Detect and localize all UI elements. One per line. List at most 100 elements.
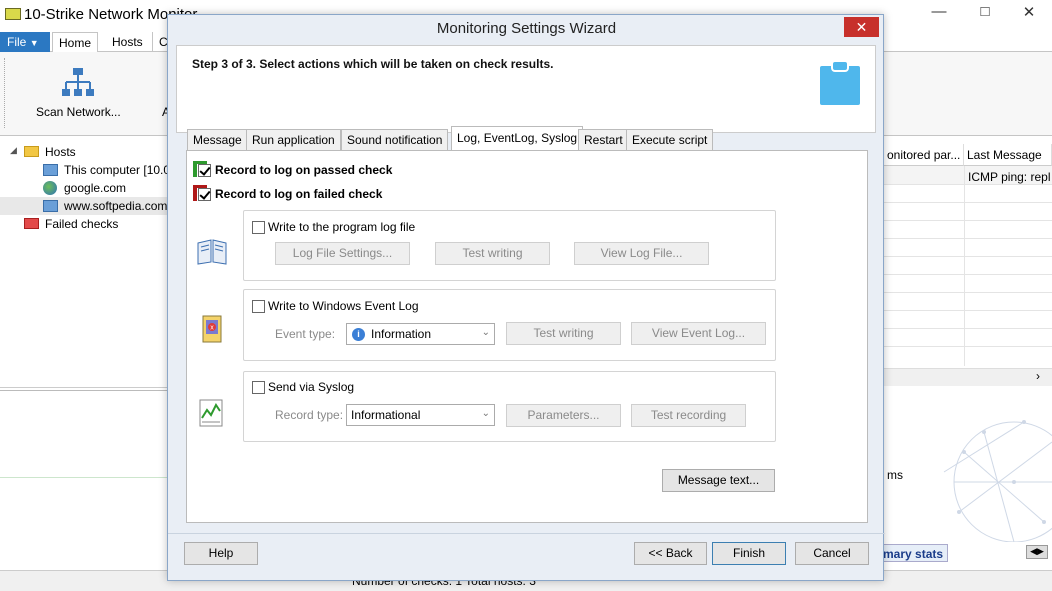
event-log-label[interactable]: Write to Windows Event Log [268,299,419,313]
wizard-header: Step 3 of 3. Select actions which will b… [176,45,876,133]
log-book-icon [197,239,227,265]
tab-message[interactable]: Message [187,129,248,150]
minimize-icon[interactable]: — [916,3,962,20]
tab-scroll-icon[interactable]: ◀▶ [1026,545,1048,559]
network-graphic-icon [943,420,1052,542]
tree-label: Hosts [45,145,76,159]
tab-panel: Record to log on passed check Record to … [186,150,868,523]
tab-summary-stats[interactable]: mary stats [882,544,948,562]
row-line [884,220,1052,221]
tree-label: Failed checks [45,217,119,231]
column-header-last-message[interactable]: Last Message [964,144,1052,166]
column-header-monitored[interactable]: onitored par... [884,144,964,166]
tree-item-host[interactable]: This computer [10.0 [0,161,170,179]
event-log-icon: x [202,315,222,343]
row-line [884,292,1052,293]
tree-item-host[interactable]: www.softpedia.com [0,197,170,215]
app-logo-icon [5,8,21,20]
dialog-title: Monitoring Settings Wizard [436,20,617,37]
horizontal-scrollbar[interactable] [884,368,1052,386]
program-log-checkbox[interactable] [252,221,265,234]
syslog-label[interactable]: Send via Syslog [268,380,354,394]
folder-icon [24,146,39,157]
view-event-log-button[interactable]: View Event Log... [631,322,766,345]
ribbon-grip [4,58,7,128]
tab-hosts[interactable]: Hosts [106,32,149,53]
record-passed-checkbox[interactable] [198,164,211,177]
syslog-chart-icon [199,399,223,427]
ms-label: ms [887,468,903,482]
syslog-checkbox[interactable] [252,381,265,394]
dialog-close-button[interactable]: ✕ [844,17,879,37]
tree-item-failed[interactable]: Failed checks [0,215,170,233]
syslog-group: Send via Syslog Record type: Information… [243,371,776,442]
program-log-label[interactable]: Write to the program log file [268,220,415,234]
row-line [884,238,1052,239]
failed-folder-icon [24,218,39,229]
clipboard-icon [820,60,860,105]
row-line [884,202,1052,203]
event-type-value: Information [371,327,432,341]
step-text: Step 3 of 3. Select actions which will b… [192,57,554,71]
tab-log-eventlog-syslog[interactable]: Log, EventLog, Syslog [451,126,584,151]
scroll-right-icon[interactable]: › [1036,369,1040,383]
row-line [884,346,1052,347]
tab-execute-script[interactable]: Execute script [626,129,714,150]
program-log-group: Write to the program log file Log File S… [243,210,776,281]
details-panel [0,390,170,562]
tree-collapse-icon[interactable]: ◢ [10,145,17,156]
event-type-label: Event type: [275,327,336,341]
row-line [884,328,1052,329]
summary-panel [884,392,1052,542]
tree-label: google.com [64,181,127,195]
event-type-select[interactable]: i Information ⌄ [346,323,495,345]
computer-icon [43,164,58,176]
cancel-button[interactable]: Cancel [795,542,869,565]
syslog-parameters-button[interactable]: Parameters... [506,404,621,427]
tab-home[interactable]: Home [52,32,99,54]
test-writing-event-button[interactable]: Test writing [506,322,621,345]
record-type-select[interactable]: Informational ⌄ [346,404,495,426]
back-button[interactable]: << Back [634,542,707,565]
event-log-group: Write to Windows Event Log Event type: i… [243,289,776,361]
tab-sound-notification[interactable]: Sound notification [341,129,449,150]
network-topology-icon[interactable] [60,66,96,100]
tab-restart[interactable]: Restart [578,129,629,150]
tree-item-hosts[interactable]: ◢ Hosts [0,143,170,161]
row-line [884,256,1052,257]
computer-icon [43,200,58,212]
message-text-button[interactable]: Message text... [662,469,775,492]
tree-label: This computer [10.0 [64,163,171,177]
close-icon[interactable]: ✕ [1006,3,1052,21]
log-file-settings-button[interactable]: Log File Settings... [275,242,410,265]
record-failed-label[interactable]: Record to log on failed check [215,187,382,201]
record-type-value: Informational [351,408,421,422]
chevron-down-icon: ⌄ [481,408,490,419]
row-line [884,274,1052,275]
chevron-down-icon: ⌄ [481,327,490,338]
help-button[interactable]: Help [184,542,258,565]
hosts-tree-panel: ◢ Hosts This computer [10.0 google.com w… [0,140,170,388]
row-line [884,184,1052,185]
divider [0,477,170,478]
test-writing-button[interactable]: Test writing [435,242,550,265]
tree-item-host[interactable]: google.com [0,179,170,197]
scan-network-button[interactable]: Scan Network... [36,105,121,119]
row-line [884,310,1052,311]
tab-file-label: File [7,35,27,49]
last-message-cell: ICMP ping: repl [968,170,1051,184]
test-recording-button[interactable]: Test recording [631,404,746,427]
tab-file[interactable]: File ▼ [0,32,50,52]
finish-button[interactable]: Finish [712,542,786,565]
footer-divider [168,533,885,534]
globe-icon [43,181,57,195]
view-log-file-button[interactable]: View Log File... [574,242,709,265]
maximize-icon[interactable]: □ [962,3,1008,20]
tree-label: www.softpedia.com [64,199,168,213]
chevron-down-icon: ▼ [29,38,39,48]
record-type-label: Record type: [275,408,344,422]
tab-run-application[interactable]: Run application [246,129,341,150]
record-passed-label[interactable]: Record to log on passed check [215,163,392,177]
event-log-checkbox[interactable] [252,300,265,313]
record-failed-checkbox[interactable] [198,188,211,201]
